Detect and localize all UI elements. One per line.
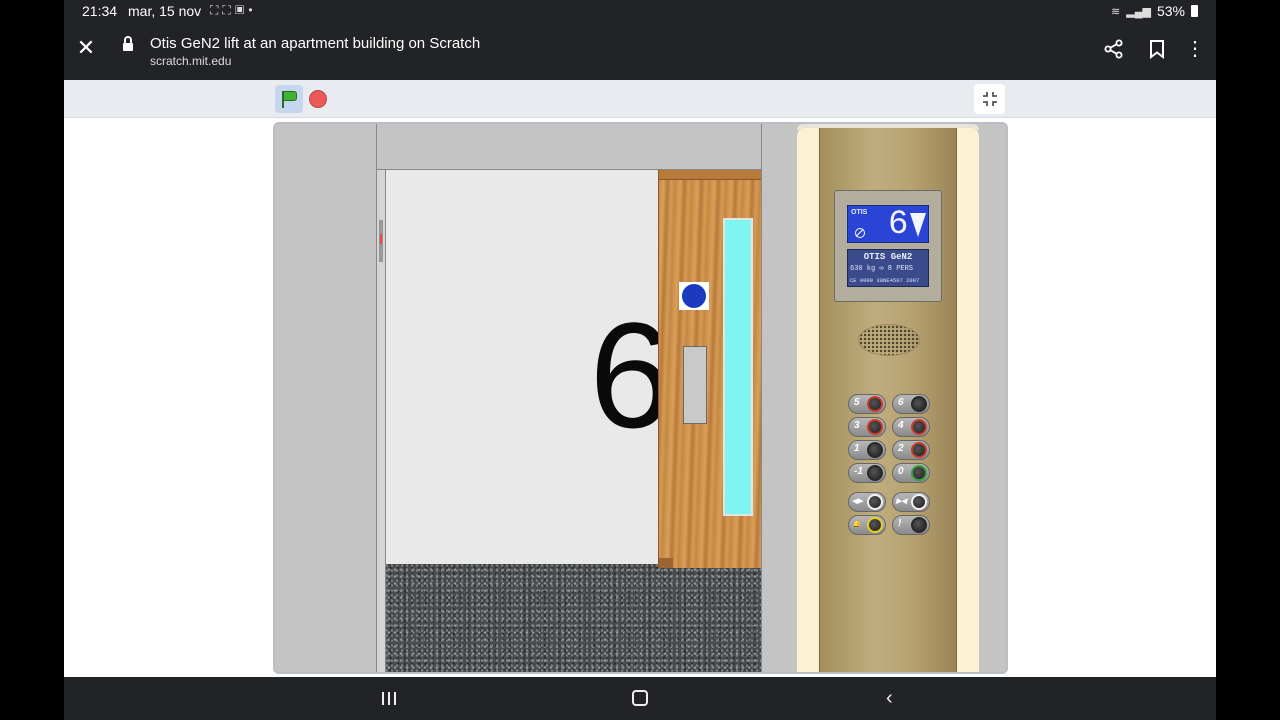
speaker-grille-icon — [858, 324, 920, 356]
floor-button-minus-1[interactable]: -1 — [848, 463, 886, 483]
exit-fullscreen-icon[interactable] — [974, 84, 1005, 114]
dot-icon: • — [248, 3, 257, 17]
status-date: mar, 15 nov — [128, 3, 202, 19]
capacity-plate: OTIS GeN2 630 kg ∞ 8 PERS CE 0000 38NE45… — [847, 249, 929, 287]
close-icon[interactable]: ✕ — [74, 36, 98, 60]
more-vert-icon[interactable]: ⋮ — [1183, 38, 1207, 62]
door-open-button[interactable]: ◀▶ — [848, 492, 886, 512]
plate-code: CE 0000 38NE4507 2007 — [850, 277, 920, 284]
apartment-door — [658, 170, 762, 568]
system-nav-bar: ‹ — [64, 677, 1216, 720]
door-window — [723, 218, 753, 516]
status-right: ≋ ▂▄▆ 53% — [1111, 3, 1198, 19]
browser-toolbar: ✕ Otis GeN2 lift at an apartment buildin… — [64, 22, 1216, 80]
cop-light-strip-right — [957, 128, 979, 672]
plate-capacity: 630 kg ∞ 8 PERS — [850, 265, 914, 273]
floor-button-3[interactable]: 3 — [848, 417, 886, 437]
floor-button-0[interactable]: 0 — [892, 463, 930, 483]
signal-icon: ▂▄▆ — [1126, 5, 1151, 18]
lift-door-header — [377, 124, 761, 170]
gallery-icon: ▣ — [234, 3, 249, 17]
screen-record-icon: ⛶ — [222, 3, 235, 17]
battery-icon — [1191, 5, 1198, 17]
wifi-icon: ≋ — [1111, 5, 1121, 18]
plate-brand: OTIS GeN2 — [863, 252, 913, 262]
lift-wall-right — [979, 124, 1006, 672]
down-arrow-icon — [910, 213, 926, 237]
share-icon[interactable] — [1102, 38, 1126, 62]
door-close-button[interactable]: ▶◀ — [892, 492, 930, 512]
door-jamb-right — [761, 124, 797, 672]
car-operating-panel: OTIS 6 OTIS GeN2 630 kg ∞ 8 PERS CE 0000… — [819, 128, 957, 672]
floor-button-2[interactable]: 2 — [892, 440, 930, 460]
landing-carpet — [386, 564, 761, 672]
back-icon[interactable]: ‹ — [886, 687, 902, 709]
door-handle — [683, 346, 707, 424]
green-flag-icon[interactable] — [275, 85, 303, 113]
stop-icon[interactable] — [309, 90, 327, 108]
door-sticker-icon — [679, 282, 709, 310]
display-frame: OTIS 6 OTIS GeN2 630 kg ∞ 8 PERS CE 0000… — [834, 190, 942, 302]
page-title[interactable]: Otis GeN2 lift at an apartment building … — [150, 35, 480, 52]
cop-light-strip-left — [797, 128, 819, 672]
display-floor: 6 — [888, 206, 909, 244]
display-brand: OTIS — [851, 209, 868, 216]
recent-apps-icon[interactable] — [380, 689, 398, 707]
status-bar: 21:34 mar, 15 nov ⛶⛶▣• ≋ ▂▄▆ 53% — [64, 0, 1216, 22]
scratch-controls — [64, 80, 1216, 118]
status-notification-icons: ⛶⛶▣• — [210, 3, 257, 18]
floor-button-5[interactable]: 5 — [848, 394, 886, 414]
status-time: 21:34 — [82, 3, 118, 19]
lock-icon[interactable] — [123, 36, 133, 53]
home-icon[interactable] — [632, 690, 648, 706]
bookmark-icon[interactable] — [1145, 38, 1169, 62]
emergency-button[interactable]: ! — [892, 515, 930, 535]
door-sensor-icon — [379, 220, 383, 262]
page-url[interactable]: scratch.mit.edu — [150, 54, 231, 68]
battery-percent: 53% — [1156, 3, 1185, 19]
no-entry-icon — [855, 228, 865, 238]
lift-wall-left — [275, 124, 377, 672]
floor-button-1[interactable]: 1 — [848, 440, 886, 460]
floor-button-6[interactable]: 6 — [892, 394, 930, 414]
alarm-bell-button[interactable]: 🔔 — [848, 515, 886, 535]
page-content: 6 OTIS 6 OTIS GeN2 630 kg ∞ 8 PERS CE 00… — [64, 80, 1216, 677]
screen: 21:34 mar, 15 nov ⛶⛶▣• ≋ ▂▄▆ 53% ✕ Otis … — [0, 0, 1280, 720]
floor-display: OTIS 6 — [847, 205, 929, 244]
floor-button-4[interactable]: 4 — [892, 417, 930, 437]
screenshot-icon: ⛶ — [210, 3, 223, 17]
scratch-stage[interactable]: 6 OTIS 6 OTIS GeN2 630 kg ∞ 8 PERS CE 00… — [273, 122, 1008, 674]
